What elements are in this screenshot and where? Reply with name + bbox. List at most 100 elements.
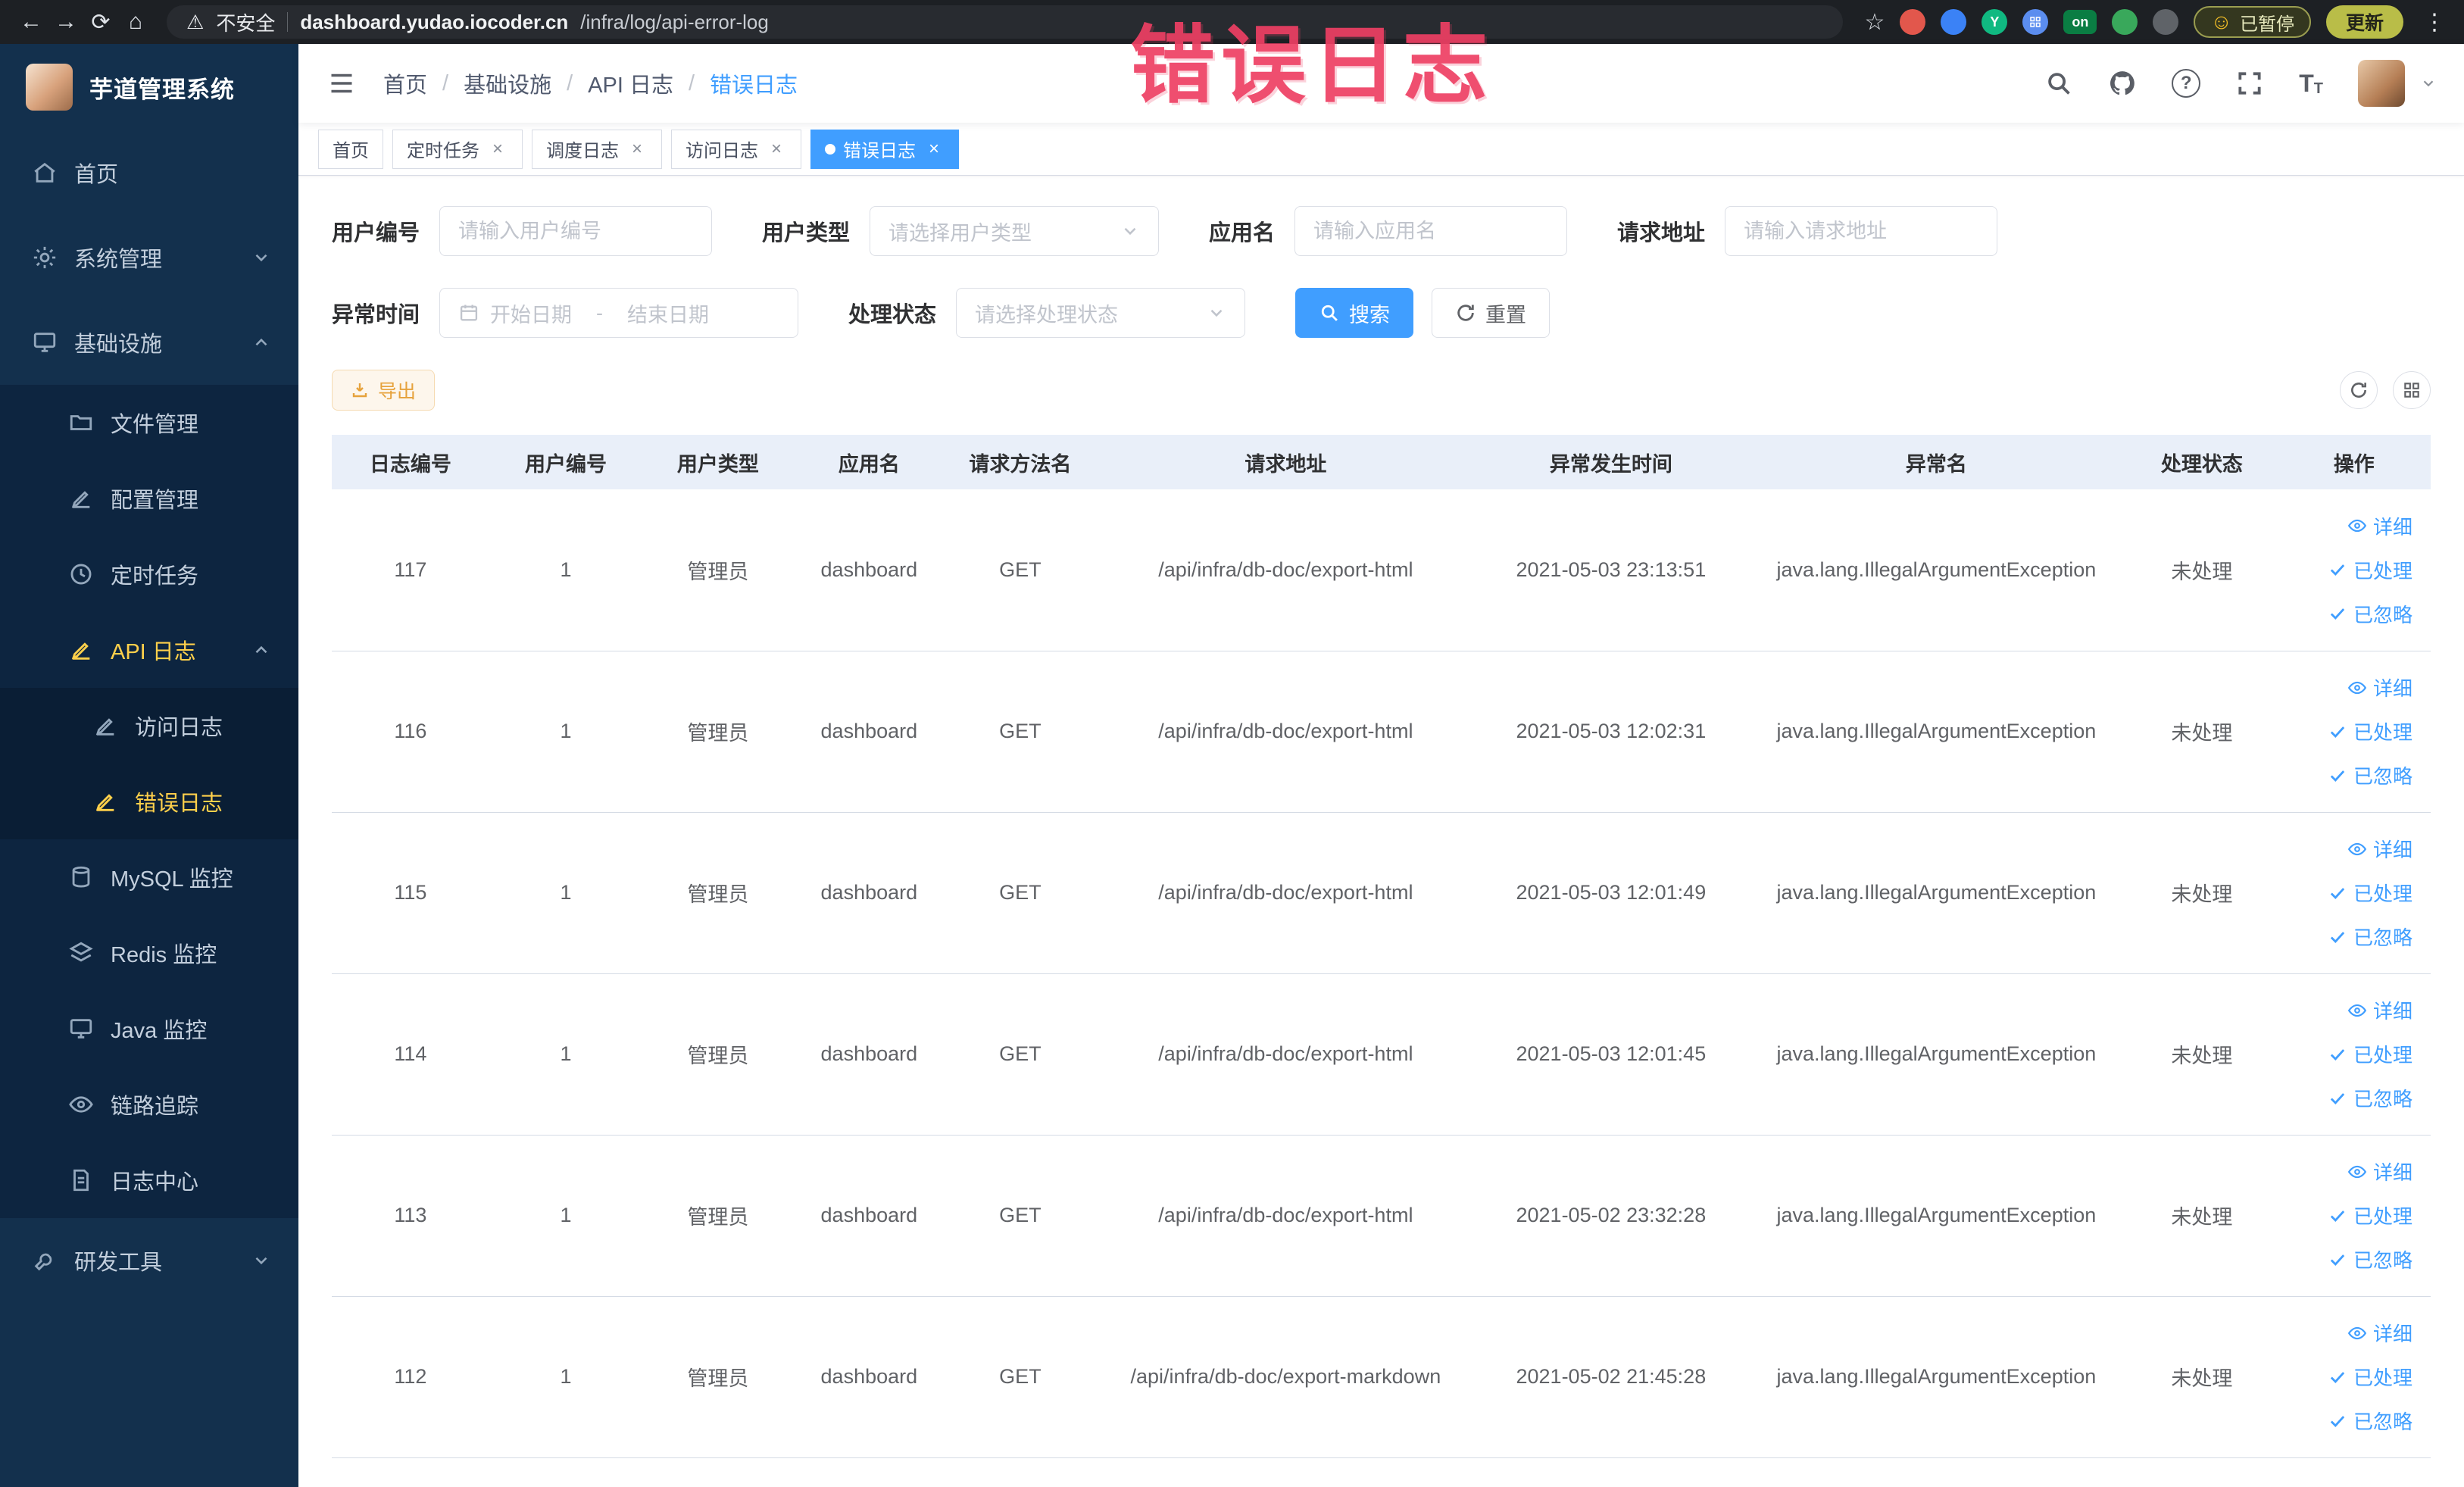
fullscreen-icon[interactable] — [2235, 69, 2264, 98]
detail-link[interactable]: 详细 — [2284, 504, 2412, 548]
cell-user-type: 管理员 — [642, 812, 794, 974]
ignored-link[interactable]: 已忽略 — [2284, 1076, 2412, 1120]
tab-error-log[interactable]: 错误日志 × — [810, 129, 959, 169]
extension-icon-sprout[interactable] — [2112, 9, 2138, 35]
detail-link[interactable]: 详细 — [2284, 666, 2412, 710]
reset-button[interactable]: 重置 — [1432, 288, 1551, 338]
tab-access-log[interactable]: 访问日志 × — [671, 129, 801, 169]
sidebar-item-access-log[interactable]: 访问日志 — [0, 688, 298, 764]
sidebar-item-error-log[interactable]: 错误日志 — [0, 764, 298, 839]
sidebar-item-file-manage[interactable]: 文件管理 — [0, 385, 298, 461]
ignored-link[interactable]: 已忽略 — [2284, 1399, 2412, 1443]
export-button[interactable]: 导出 — [332, 370, 436, 411]
sidebar-item-dev-tools[interactable]: 研发工具 — [0, 1218, 298, 1303]
cell-app-name: dashboard — [793, 812, 945, 974]
date-range-picker[interactable]: 开始日期 - 结束日期 — [439, 288, 799, 338]
column-settings-button[interactable] — [2393, 371, 2431, 409]
url-path[interactable]: /infra/log/api-error-log — [580, 11, 769, 34]
github-icon[interactable] — [2108, 69, 2137, 98]
request-url-field[interactable] — [1725, 206, 1998, 256]
sidebar-item-home[interactable]: 首页 — [0, 130, 298, 215]
back-icon[interactable]: ← — [14, 5, 48, 39]
detail-link[interactable]: 详细 — [2284, 989, 2412, 1032]
forward-icon[interactable]: → — [48, 5, 83, 39]
address-bar[interactable]: ⚠ 不安全 dashboard.yudao.iocoder.cn/infra/l… — [167, 5, 1844, 39]
sidebar-item-label: 链路追踪 — [111, 1095, 199, 1119]
update-button[interactable]: 更新 — [2325, 5, 2403, 39]
request-url-input[interactable] — [1744, 219, 1979, 243]
sidebar-item-scheduled-jobs[interactable]: 定时任务 — [0, 536, 298, 612]
sidebar-item-mysql-monitor[interactable]: MySQL 监控 — [0, 839, 298, 915]
extension-on-badge[interactable]: on — [2063, 10, 2097, 34]
cell-user-id: 1 — [489, 651, 643, 813]
tab-label: 访问日志 — [685, 141, 758, 161]
url-domain[interactable]: dashboard.yudao.iocoder.cn — [300, 11, 568, 34]
extension-icon-blue[interactable] — [1941, 9, 1967, 35]
processed-link[interactable]: 已处理 — [2284, 548, 2412, 592]
font-size-icon[interactable]: TT — [2299, 70, 2323, 98]
ignored-link[interactable]: 已忽略 — [2284, 1238, 2412, 1282]
processed-link[interactable]: 已处理 — [2284, 1355, 2412, 1399]
refresh-button[interactable] — [2340, 371, 2378, 409]
app-name-input[interactable] — [1313, 219, 1549, 243]
ignored-link[interactable]: 已忽略 — [2284, 592, 2412, 636]
close-icon[interactable]: × — [923, 139, 945, 160]
extension-icon-grid[interactable] — [2022, 9, 2049, 35]
detail-link[interactable]: 详细 — [2284, 827, 2412, 871]
browser-menu-icon[interactable]: ⋮ — [2419, 9, 2450, 36]
ignored-link[interactable]: 已忽略 — [2284, 915, 2412, 959]
close-icon[interactable]: × — [766, 139, 787, 160]
tab-scheduled-jobs[interactable]: 定时任务 × — [392, 129, 523, 169]
search-button[interactable]: 搜索 — [1295, 288, 1414, 338]
search-icon — [1319, 302, 1340, 323]
sidebar-item-java-monitor[interactable]: Java 监控 — [0, 991, 298, 1067]
processed-link[interactable]: 已处理 — [2284, 1194, 2412, 1238]
user-id-input[interactable] — [458, 219, 694, 243]
detail-link[interactable]: 详细 — [2284, 1150, 2412, 1194]
sidebar-item-system[interactable]: 系统管理 — [0, 215, 298, 300]
logo[interactable]: 芋道管理系统 — [0, 44, 298, 130]
app-name-field[interactable] — [1294, 206, 1568, 256]
detail-link[interactable]: 详细 — [2284, 1311, 2412, 1355]
extension-icon-green[interactable]: Y — [1982, 9, 2008, 35]
sidebar-item-infra[interactable]: 基础设施 — [0, 300, 298, 385]
extension-icon-puzzle[interactable] — [2153, 9, 2179, 35]
sidebar-item-redis-monitor[interactable]: Redis 监控 — [0, 915, 298, 991]
user-type-select[interactable]: 请选择用户类型 — [870, 206, 1160, 256]
reload-icon[interactable]: ⟳ — [83, 5, 118, 39]
ignored-link[interactable]: 已忽略 — [2284, 754, 2412, 798]
bookmark-star-icon[interactable]: ☆ — [1864, 9, 1885, 36]
sidebar-item-config-manage[interactable]: 配置管理 — [0, 461, 298, 536]
avatar[interactable] — [2358, 60, 2405, 107]
hamburger-icon[interactable] — [326, 70, 358, 97]
security-label[interactable]: 不安全 — [216, 8, 275, 36]
sidebar-item-trace[interactable]: 链路追踪 — [0, 1067, 298, 1142]
sidebar-item-api-log[interactable]: API 日志 — [0, 612, 298, 688]
browser-home-icon[interactable]: ⌂ — [118, 5, 153, 39]
processed-link[interactable]: 已处理 — [2284, 871, 2412, 915]
processed-link[interactable]: 已处理 — [2284, 710, 2412, 754]
cell-exception: java.lang.IllegalArgumentException — [1746, 1296, 2127, 1458]
process-status-select[interactable]: 请选择处理状态 — [956, 288, 1246, 338]
user-id-field[interactable] — [439, 206, 713, 256]
monitor-icon — [32, 330, 58, 355]
breadcrumb-api-log[interactable]: API 日志 — [588, 67, 673, 99]
close-icon[interactable]: × — [626, 139, 648, 160]
close-icon[interactable]: × — [487, 139, 508, 160]
tab-schedule-log[interactable]: 调度日志 × — [532, 129, 662, 169]
paused-badge[interactable]: ☺ 已暂停 — [2194, 6, 2311, 38]
breadcrumb-infra[interactable]: 基础设施 — [464, 67, 551, 99]
processed-link[interactable]: 已处理 — [2284, 1032, 2412, 1076]
column-header: 用户类型 — [642, 435, 794, 489]
help-icon[interactable]: ? — [2172, 69, 2201, 98]
tab-home[interactable]: 首页 — [318, 129, 383, 169]
select-placeholder: 请选择处理状态 — [975, 303, 1119, 326]
cell-log-id: 113 — [332, 1135, 489, 1297]
extension-icon-red[interactable] — [1900, 9, 1926, 35]
sidebar-item-log-center[interactable]: 日志中心 — [0, 1142, 298, 1218]
search-icon[interactable] — [2044, 69, 2073, 98]
caret-down-icon[interactable] — [2420, 75, 2437, 92]
breadcrumb-home[interactable]: 首页 — [383, 67, 427, 99]
warning-icon: ⚠ — [186, 10, 205, 33]
sidebar-item-label: 配置管理 — [111, 489, 199, 513]
